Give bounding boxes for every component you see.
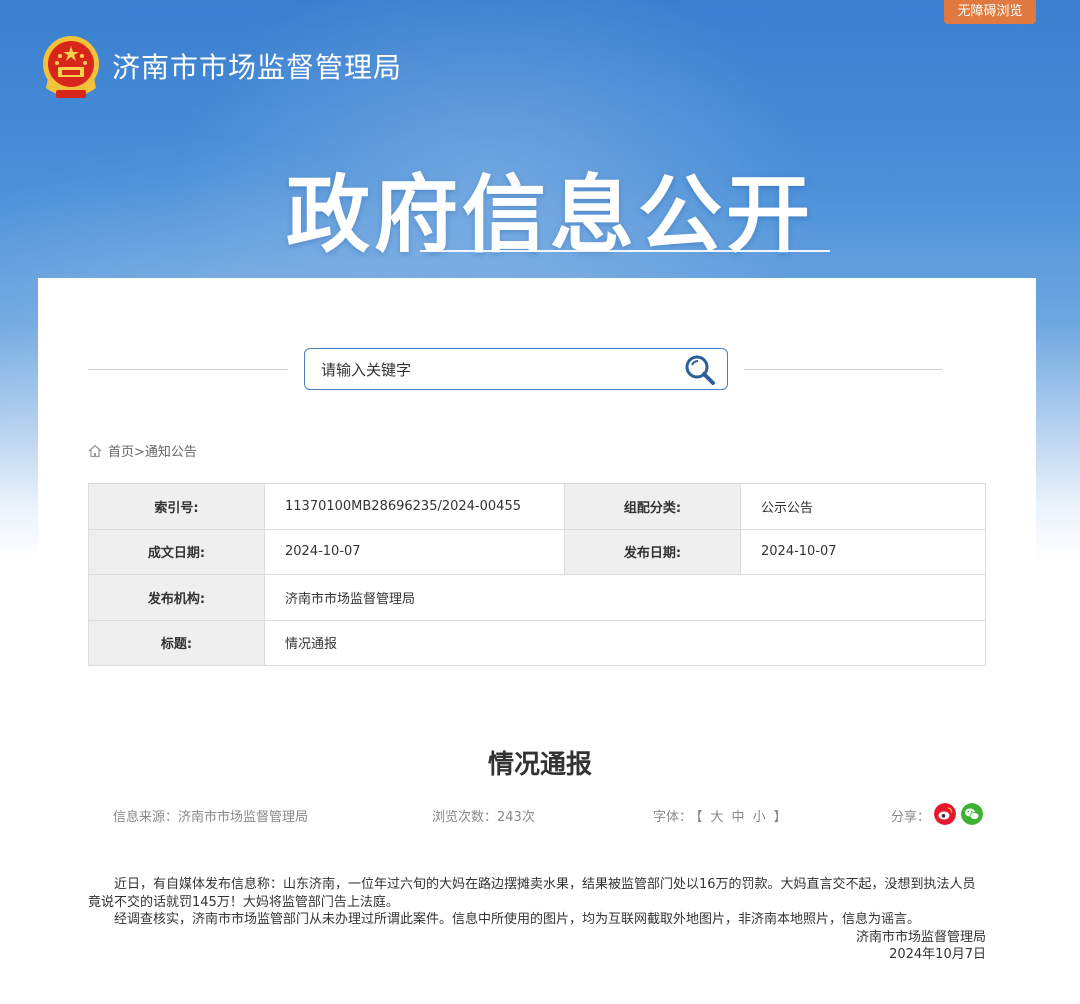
national-emblem-icon: [43, 36, 99, 98]
search-input[interactable]: [321, 359, 661, 381]
article-date: 2024年10月7日: [889, 947, 986, 962]
article-signature: 济南市市场监督管理局: [855, 929, 986, 945]
category-value: 公示公告: [740, 483, 986, 530]
article-paragraph: 经调查核实，济南市市场监管部门从未办理过所谓此案件。信息中所使用的图片，均为互联…: [114, 912, 921, 927]
written-date-label: 成文日期:: [88, 528, 265, 575]
banner-underline: [420, 250, 830, 252]
index-number-value: 11370100MB28696235/2024-00455: [264, 483, 565, 530]
font-bracket-close: 】: [773, 810, 787, 825]
font-size-control: 字体：【大中小】: [653, 806, 791, 825]
written-date-value: 2024-10-07: [264, 528, 565, 575]
table-row: 发布机构: 济南市市场监督管理局: [88, 574, 986, 621]
search-divider-right: [744, 369, 942, 370]
category-label: 组配分类:: [564, 483, 741, 530]
accessibility-button[interactable]: 无障碍浏览: [944, 0, 1036, 24]
home-icon: [88, 444, 102, 457]
table-row: 索引号: 11370100MB28696235/2024-00455 组配分类:…: [88, 483, 986, 530]
table-row: 成文日期: 2024-10-07 发布日期: 2024-10-07: [88, 528, 986, 575]
title-label: 标题:: [88, 619, 265, 666]
search-icon[interactable]: [683, 353, 717, 387]
font-medium-button[interactable]: 中: [732, 810, 745, 825]
publisher-label: 发布机构:: [88, 574, 265, 621]
title-value: 情况通报: [264, 619, 986, 666]
index-number-label: 索引号:: [88, 483, 265, 530]
info-table: 索引号: 11370100MB28696235/2024-00455 组配分类:…: [88, 483, 986, 666]
publish-date-label: 发布日期:: [564, 528, 741, 575]
font-bracket-open: 【: [696, 810, 703, 825]
search-box: [304, 348, 728, 390]
article-body: 近日，有自媒体发布信息称：山东济南，一位年过六旬的大妈在路边摆摊卖水果，结果被监…: [88, 876, 986, 964]
info-source: 信息来源：济南市市场监督管理局: [113, 810, 309, 825]
article-title: 情况通报: [487, 750, 592, 780]
publish-date-value: 2024-10-07: [740, 528, 986, 575]
weibo-share-icon[interactable]: [934, 803, 956, 825]
wechat-share-icon[interactable]: [961, 803, 983, 825]
breadcrumb-current[interactable]: 通知公告: [145, 445, 197, 460]
font-large-button[interactable]: 大: [711, 810, 724, 825]
breadcrumb-home-link[interactable]: 首页: [108, 445, 134, 460]
article-paragraph: 近日，有自媒体发布信息称：山东济南，一位年过六旬的大妈在路边摆摊卖水果，结果被监…: [88, 877, 976, 910]
font-small-button[interactable]: 小: [753, 810, 766, 825]
site-title: 济南市市场监督管理局: [112, 51, 403, 84]
breadcrumb-separator: >: [134, 445, 145, 460]
search-divider-left: [88, 369, 288, 370]
view-count: 浏览次数：243次: [432, 810, 535, 825]
table-row: 标题: 情况通报: [88, 619, 986, 666]
breadcrumb: 首页>通知公告: [88, 441, 197, 460]
share-label: 分享：: [891, 810, 931, 825]
publisher-value: 济南市市场监督管理局: [264, 574, 986, 621]
font-size-label: 字体：: [653, 810, 693, 825]
